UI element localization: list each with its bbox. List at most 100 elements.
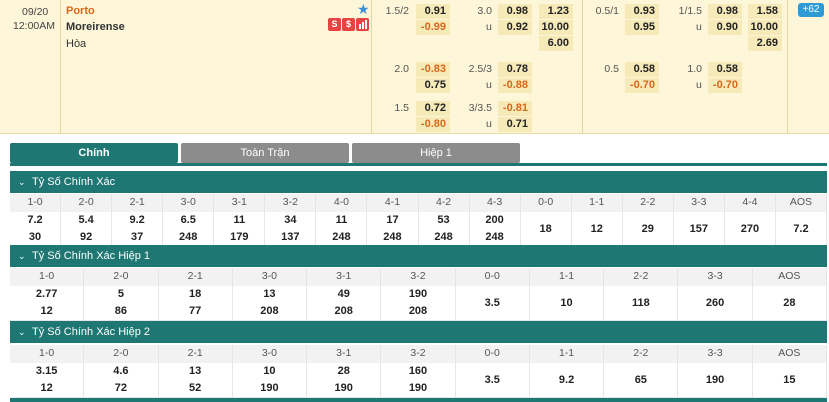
score-odds-cell[interactable]: 9.2	[529, 363, 605, 398]
odds-cell[interactable]: -0.81	[498, 101, 532, 116]
odds-cell[interactable]: 0.90	[708, 20, 742, 35]
score-odds-cell[interactable]: 2.77 12	[10, 286, 85, 321]
score-label: 3-1	[307, 268, 382, 286]
score-odds-cell[interactable]: 260	[678, 286, 753, 321]
tab-first-half[interactable]: Hiệp 1	[352, 143, 520, 163]
odds-cell[interactable]: 0.92	[498, 20, 532, 35]
home-team[interactable]: Porto	[66, 5, 95, 17]
odds-1x2-home[interactable]: 1.58	[748, 4, 782, 19]
score-odds-cell[interactable]: 4.6 72	[84, 363, 159, 398]
stats-icon[interactable]	[356, 18, 369, 31]
home-odds: 10	[263, 365, 276, 377]
chevron-down-icon[interactable]: ⌄	[18, 171, 26, 193]
odds-cell[interactable]: 0.75	[416, 78, 450, 93]
odds-cell[interactable]: 0.71	[498, 117, 532, 132]
home-odds: 3.5	[484, 374, 500, 386]
odds-cell[interactable]: -0.70	[708, 78, 742, 93]
score-odds-cell[interactable]: 5 86	[84, 286, 159, 321]
odds-cell[interactable]: -0.80	[416, 117, 450, 132]
odds-cell[interactable]: -0.99	[416, 20, 450, 35]
odds-cell[interactable]: 0.98	[498, 4, 532, 19]
home-odds: 7.2	[793, 223, 809, 235]
score-odds-cell[interactable]: 7.2	[775, 212, 827, 247]
score-label: AOS	[752, 268, 827, 286]
score-odds-cell[interactable]: 18 77	[158, 286, 233, 321]
favorite-star-icon[interactable]: ★	[357, 1, 370, 18]
score-odds-cell[interactable]: 157	[673, 212, 725, 247]
more-markets-button[interactable]: +62	[798, 3, 824, 17]
section-header[interactable]: ⌄ Tỷ Số Chính Xác Hiệp 2	[10, 321, 827, 343]
odds-cell[interactable]: 0.72	[416, 101, 450, 116]
section-header[interactable]: ⌄ Tỷ Số Chính Xác Hiệp 1	[10, 245, 827, 267]
odds-cell[interactable]: 0.95	[625, 20, 659, 35]
section-divider	[10, 398, 827, 402]
chevron-down-icon[interactable]: ⌄	[18, 321, 26, 343]
score-odds-cell[interactable]: 7.2 30	[10, 212, 62, 247]
odds-cell[interactable]: -0.83	[416, 62, 450, 77]
odds-cell[interactable]: 0.58	[625, 62, 659, 77]
score-label: 2-1	[112, 194, 164, 212]
section-header[interactable]: ⌄ Tỷ Số Chính Xác	[10, 171, 827, 193]
score-odds-cell[interactable]: 118	[604, 286, 679, 321]
tab-underline	[10, 163, 827, 166]
odds-cell[interactable]: 0.91	[416, 4, 450, 19]
hdp-line: 1.5	[394, 102, 409, 114]
score-odds-cell[interactable]: 9.2 37	[112, 212, 164, 247]
score-odds-cell[interactable]: 10 190	[232, 363, 308, 398]
score-label: 3-2	[381, 345, 456, 363]
s-icon[interactable]: S	[328, 18, 341, 31]
home-odds: 118	[631, 297, 650, 309]
odds-cell[interactable]: 0.58	[708, 62, 742, 77]
odds-cell[interactable]: -0.70	[625, 78, 659, 93]
home-odds: 7.2	[27, 214, 43, 226]
tab-main[interactable]: Chính	[10, 143, 178, 163]
score-odds-cell[interactable]: 190 208	[381, 286, 456, 321]
score-odds-cell[interactable]: 13 208	[232, 286, 308, 321]
score-odds-cell[interactable]: 28	[752, 286, 827, 321]
odds-1x2-draw[interactable]: 6.00	[539, 36, 573, 51]
home-odds: 12	[590, 223, 603, 235]
score-odds-cell[interactable]: 190	[678, 363, 753, 398]
odds-1x2-away[interactable]: 10.00	[748, 20, 782, 35]
score-odds-cell[interactable]: 10	[529, 286, 605, 321]
home-odds: 15	[783, 374, 796, 386]
odds-cell[interactable]: 0.78	[498, 62, 532, 77]
odds-1x2-draw[interactable]: 2.69	[748, 36, 782, 51]
score-odds-cell[interactable]: 65	[604, 363, 679, 398]
chevron-down-icon[interactable]: ⌄	[18, 245, 26, 267]
score-odds-cell[interactable]: 11 179	[214, 212, 266, 247]
score-odds-cell[interactable]: 3.15 12	[10, 363, 85, 398]
away-odds: 179	[230, 231, 249, 243]
score-odds-cell[interactable]: 13 52	[158, 363, 233, 398]
score-odds-cell[interactable]: 34 137	[265, 212, 317, 247]
score-odds-cell[interactable]: 17 248	[367, 212, 419, 247]
score-odds-cell[interactable]: 49 208	[307, 286, 382, 321]
odds-1x2-away[interactable]: 10.00	[539, 20, 573, 35]
away-team[interactable]: Moreirense	[66, 21, 125, 33]
away-odds: 72	[114, 382, 128, 394]
odds-cell[interactable]: 0.93	[625, 4, 659, 19]
score-odds-cell[interactable]: 29	[622, 212, 674, 247]
score-odds-cell[interactable]: 28 190	[307, 363, 382, 398]
score-odds-cell[interactable]: 12	[571, 212, 623, 247]
away-odds: 208	[334, 305, 353, 317]
odds-cell[interactable]: 0.98	[708, 4, 742, 19]
score-odds-cell[interactable]: 3.5	[455, 363, 530, 398]
dollar-icon[interactable]: $	[342, 18, 355, 31]
tab-full-time[interactable]: Toàn Trận	[181, 143, 349, 163]
odds-cell[interactable]: -0.88	[498, 78, 532, 93]
score-odds-cell[interactable]: 11 248	[316, 212, 368, 247]
score-odds-cell[interactable]: 53 248	[418, 212, 470, 247]
score-odds-cell[interactable]: 3.5	[455, 286, 530, 321]
hdp-line: 0.5/1	[595, 5, 619, 17]
score-header-row: 1-0 2-0 2-1 3-0 3-1 3-2 0-0 1-1 2-2 3-3 AOS	[10, 268, 827, 286]
score-odds-cell[interactable]: 15	[752, 363, 827, 398]
odds-1x2-home[interactable]: 1.23	[539, 4, 573, 19]
score-odds-cell[interactable]: 160 190	[381, 363, 456, 398]
score-odds-cell[interactable]: 18	[520, 212, 572, 247]
score-odds-cell[interactable]: 200 248	[469, 212, 521, 247]
home-odds: 200	[485, 214, 504, 226]
score-odds-cell[interactable]: 6.5 248	[163, 212, 215, 247]
score-odds-cell[interactable]: 270	[724, 212, 776, 247]
score-odds-cell[interactable]: 5.4 92	[61, 212, 113, 247]
